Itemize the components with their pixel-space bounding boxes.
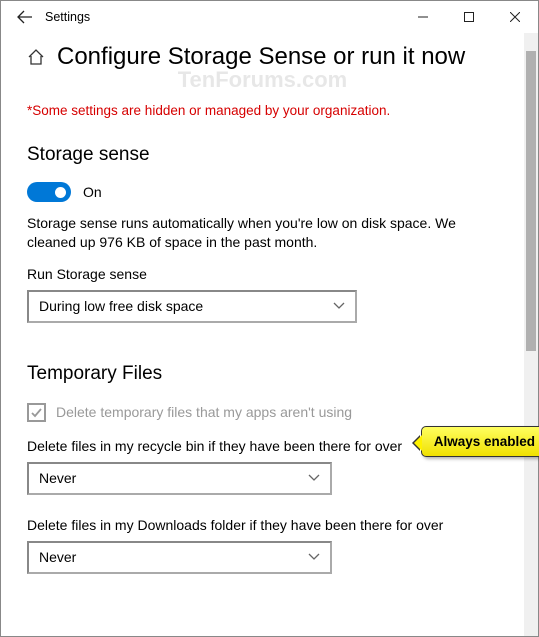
minimize-icon [418, 12, 428, 22]
maximize-button[interactable] [446, 1, 492, 33]
run-storage-sense-value: During low free disk space [39, 298, 203, 314]
storage-sense-heading: Storage sense [27, 144, 498, 166]
callout-text: Always enabled [434, 434, 535, 449]
toggle-state-label: On [83, 184, 102, 200]
chevron-down-icon [308, 553, 320, 561]
checkmark-icon [30, 406, 43, 419]
close-button[interactable] [492, 1, 538, 33]
watermark-text: TenForums.com [27, 67, 498, 93]
delete-temp-files-checkbox [27, 403, 46, 422]
run-storage-sense-label: Run Storage sense [27, 266, 498, 282]
run-storage-sense-select[interactable]: During low free disk space [27, 290, 357, 323]
storage-sense-description: Storage sense runs automatically when yo… [27, 214, 498, 252]
downloads-value: Never [39, 549, 76, 565]
chevron-down-icon [333, 302, 345, 310]
recycle-bin-select[interactable]: Never [27, 462, 332, 495]
title-bar: Settings [1, 1, 538, 33]
home-icon[interactable] [27, 48, 45, 66]
policy-notice: *Some settings are hidden or managed by … [27, 103, 498, 118]
chevron-down-icon [308, 474, 320, 482]
storage-sense-toggle[interactable] [27, 182, 71, 202]
temporary-files-heading: Temporary Files [27, 363, 498, 385]
close-icon [510, 12, 520, 22]
annotation-callout: Always enabled [421, 426, 539, 457]
settings-content: Configure Storage Sense or run it now Te… [1, 33, 524, 636]
downloads-select[interactable]: Never [27, 541, 332, 574]
downloads-label: Delete files in my Downloads folder if t… [27, 517, 498, 533]
delete-temp-files-label: Delete temporary files that my apps aren… [56, 404, 352, 420]
recycle-bin-value: Never [39, 470, 76, 486]
arrow-left-icon [17, 9, 33, 25]
maximize-icon [464, 12, 474, 22]
minimize-button[interactable] [400, 1, 446, 33]
back-button[interactable] [9, 1, 41, 33]
window-title: Settings [41, 10, 90, 24]
scrollbar-thumb[interactable] [526, 51, 536, 351]
vertical-scrollbar[interactable] [524, 33, 538, 636]
